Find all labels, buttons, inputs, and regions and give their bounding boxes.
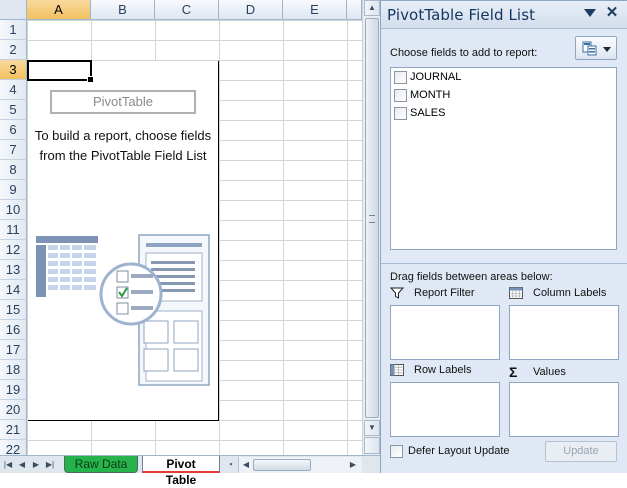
row-header[interactable]: 16	[0, 320, 27, 340]
row-header[interactable]: 14	[0, 280, 27, 300]
column-headers: A B C D E	[27, 0, 362, 20]
field-list-box: JOURNAL MONTH SALES	[390, 67, 617, 250]
field-checkbox[interactable]	[394, 70, 407, 84]
last-sheet-icon[interactable]: ▶|	[44, 458, 56, 471]
column-header-c[interactable]: C	[155, 0, 219, 20]
row-labels-label: Row Labels	[414, 364, 472, 376]
field-checkbox[interactable]	[394, 88, 407, 102]
first-sheet-icon[interactable]: |◀	[2, 458, 14, 471]
row-header[interactable]: 15	[0, 300, 27, 320]
row-header[interactable]: 18	[0, 360, 27, 380]
next-sheet-icon[interactable]: ▶	[30, 458, 42, 471]
field-list-header: PivotTable Field List ✕	[381, 1, 627, 29]
column-labels-label: Column Labels	[533, 287, 607, 299]
chevron-down-icon	[603, 47, 611, 52]
horizontal-scrollbar[interactable]: ◀ ▶	[238, 457, 362, 473]
column-header-b[interactable]: B	[91, 0, 155, 20]
row-header[interactable]: 21	[0, 420, 27, 440]
worksheet[interactable]: A B C D E 1 2 3 4 5 6 7 8 9 10 11 12 13 …	[0, 0, 362, 455]
column-labels-header: Column Labels	[509, 287, 606, 299]
tab-raw-data[interactable]: Raw Data	[64, 456, 138, 473]
row-header[interactable]: 11	[0, 220, 27, 240]
row-header[interactable]: 22	[0, 440, 27, 455]
pivottable-illustration-icon	[36, 234, 210, 386]
row-header[interactable]: 7	[0, 140, 27, 160]
row-header[interactable]: 19	[0, 380, 27, 400]
scroll-down-icon[interactable]: ▼	[364, 420, 380, 436]
scroll-up-icon[interactable]: ▲	[364, 0, 380, 16]
row-headers: 1 2 3 4 5 6 7 8 9 10 11 12 13 14 15 16 1…	[0, 20, 27, 455]
column-header-d[interactable]: D	[219, 0, 283, 20]
pivottable-instructions: To build a report, choose fields from th…	[34, 128, 212, 163]
row-labels-header: Row Labels	[390, 364, 471, 376]
row-header[interactable]: 9	[0, 180, 27, 200]
report-filter-label: Report Filter	[414, 287, 475, 299]
prev-sheet-icon[interactable]: ◀	[16, 458, 28, 471]
dropdown-arrow-icon[interactable]	[584, 9, 596, 17]
row-header[interactable]: 12	[0, 240, 27, 260]
defer-layout-checkbox[interactable]	[390, 445, 403, 458]
values-label: Values	[533, 366, 566, 378]
active-cell-a3[interactable]	[27, 60, 94, 83]
column-header-a[interactable]: A	[27, 0, 91, 20]
field-item-journal[interactable]: JOURNAL	[394, 68, 461, 86]
row-header-selected[interactable]: 3	[0, 60, 27, 80]
select-all-corner[interactable]	[0, 0, 27, 20]
row-header[interactable]: 13	[0, 260, 27, 280]
row-header[interactable]: 2	[0, 40, 27, 60]
field-label: SALES	[410, 107, 446, 119]
field-layout-icon	[582, 41, 597, 56]
scroll-right-icon[interactable]: ▶	[347, 458, 359, 471]
values-area[interactable]	[509, 382, 619, 437]
close-icon[interactable]: ✕	[604, 4, 620, 22]
sigma-icon: Σ	[509, 364, 518, 380]
filter-icon	[390, 287, 404, 299]
report-filter-area[interactable]	[390, 305, 500, 360]
row-header[interactable]: 5	[0, 100, 27, 120]
column-header-e[interactable]: E	[283, 0, 347, 20]
vertical-scrollbar[interactable]: ▲ ▼	[362, 0, 380, 455]
row-header[interactable]: 1	[0, 20, 27, 40]
defer-layout-label: Defer Layout Update	[408, 445, 510, 457]
field-label: MONTH	[410, 89, 451, 101]
scroll-grip-icon	[369, 215, 375, 223]
field-item-month[interactable]: MONTH	[394, 86, 450, 104]
update-button[interactable]: Update	[545, 441, 617, 462]
report-filter-header: Report Filter	[390, 287, 475, 299]
row-header[interactable]: 20	[0, 400, 27, 420]
splitter[interactable]	[381, 263, 627, 264]
row-header[interactable]: 4	[0, 80, 27, 100]
row-header[interactable]: 17	[0, 340, 27, 360]
split-box-icon[interactable]	[364, 437, 380, 454]
vertical-scroll-thumb[interactable]	[365, 18, 379, 418]
field-label: JOURNAL	[410, 71, 462, 83]
pivottable-title-box: PivotTable	[50, 90, 196, 114]
row-header[interactable]: 10	[0, 200, 27, 220]
sheet-tab-bar: |◀ ◀ ▶ ▶| Raw Data Pivot Table ▪ ◀ ▶	[0, 455, 380, 487]
pivottable-placeholder[interactable]: PivotTable To build a report, choose fie…	[28, 61, 219, 421]
field-item-sales[interactable]: SALES	[394, 104, 445, 122]
row-labels-area[interactable]	[390, 382, 500, 437]
field-checkbox[interactable]	[394, 106, 407, 120]
field-layout-button[interactable]	[575, 36, 617, 60]
row-header[interactable]: 8	[0, 160, 27, 180]
tab-pivot-table[interactable]: Pivot Table	[142, 456, 220, 487]
column-header-f[interactable]	[347, 0, 362, 20]
values-header: Σ Values	[509, 364, 566, 380]
insert-sheet-icon[interactable]: ▪	[224, 458, 238, 471]
horizontal-scroll-thumb[interactable]	[253, 459, 311, 471]
field-list-title: PivotTable Field List	[387, 6, 536, 24]
pivottable-field-list-pane: PivotTable Field List ✕ Choose fields to…	[380, 0, 627, 473]
choose-fields-label: Choose fields to add to report:	[390, 47, 538, 59]
drag-fields-label: Drag fields between areas below:	[390, 271, 553, 283]
row-labels-icon	[390, 364, 404, 376]
scroll-left-icon[interactable]: ◀	[240, 458, 252, 471]
column-labels-icon	[509, 287, 523, 299]
column-labels-area[interactable]	[509, 305, 619, 360]
row-header[interactable]: 6	[0, 120, 27, 140]
